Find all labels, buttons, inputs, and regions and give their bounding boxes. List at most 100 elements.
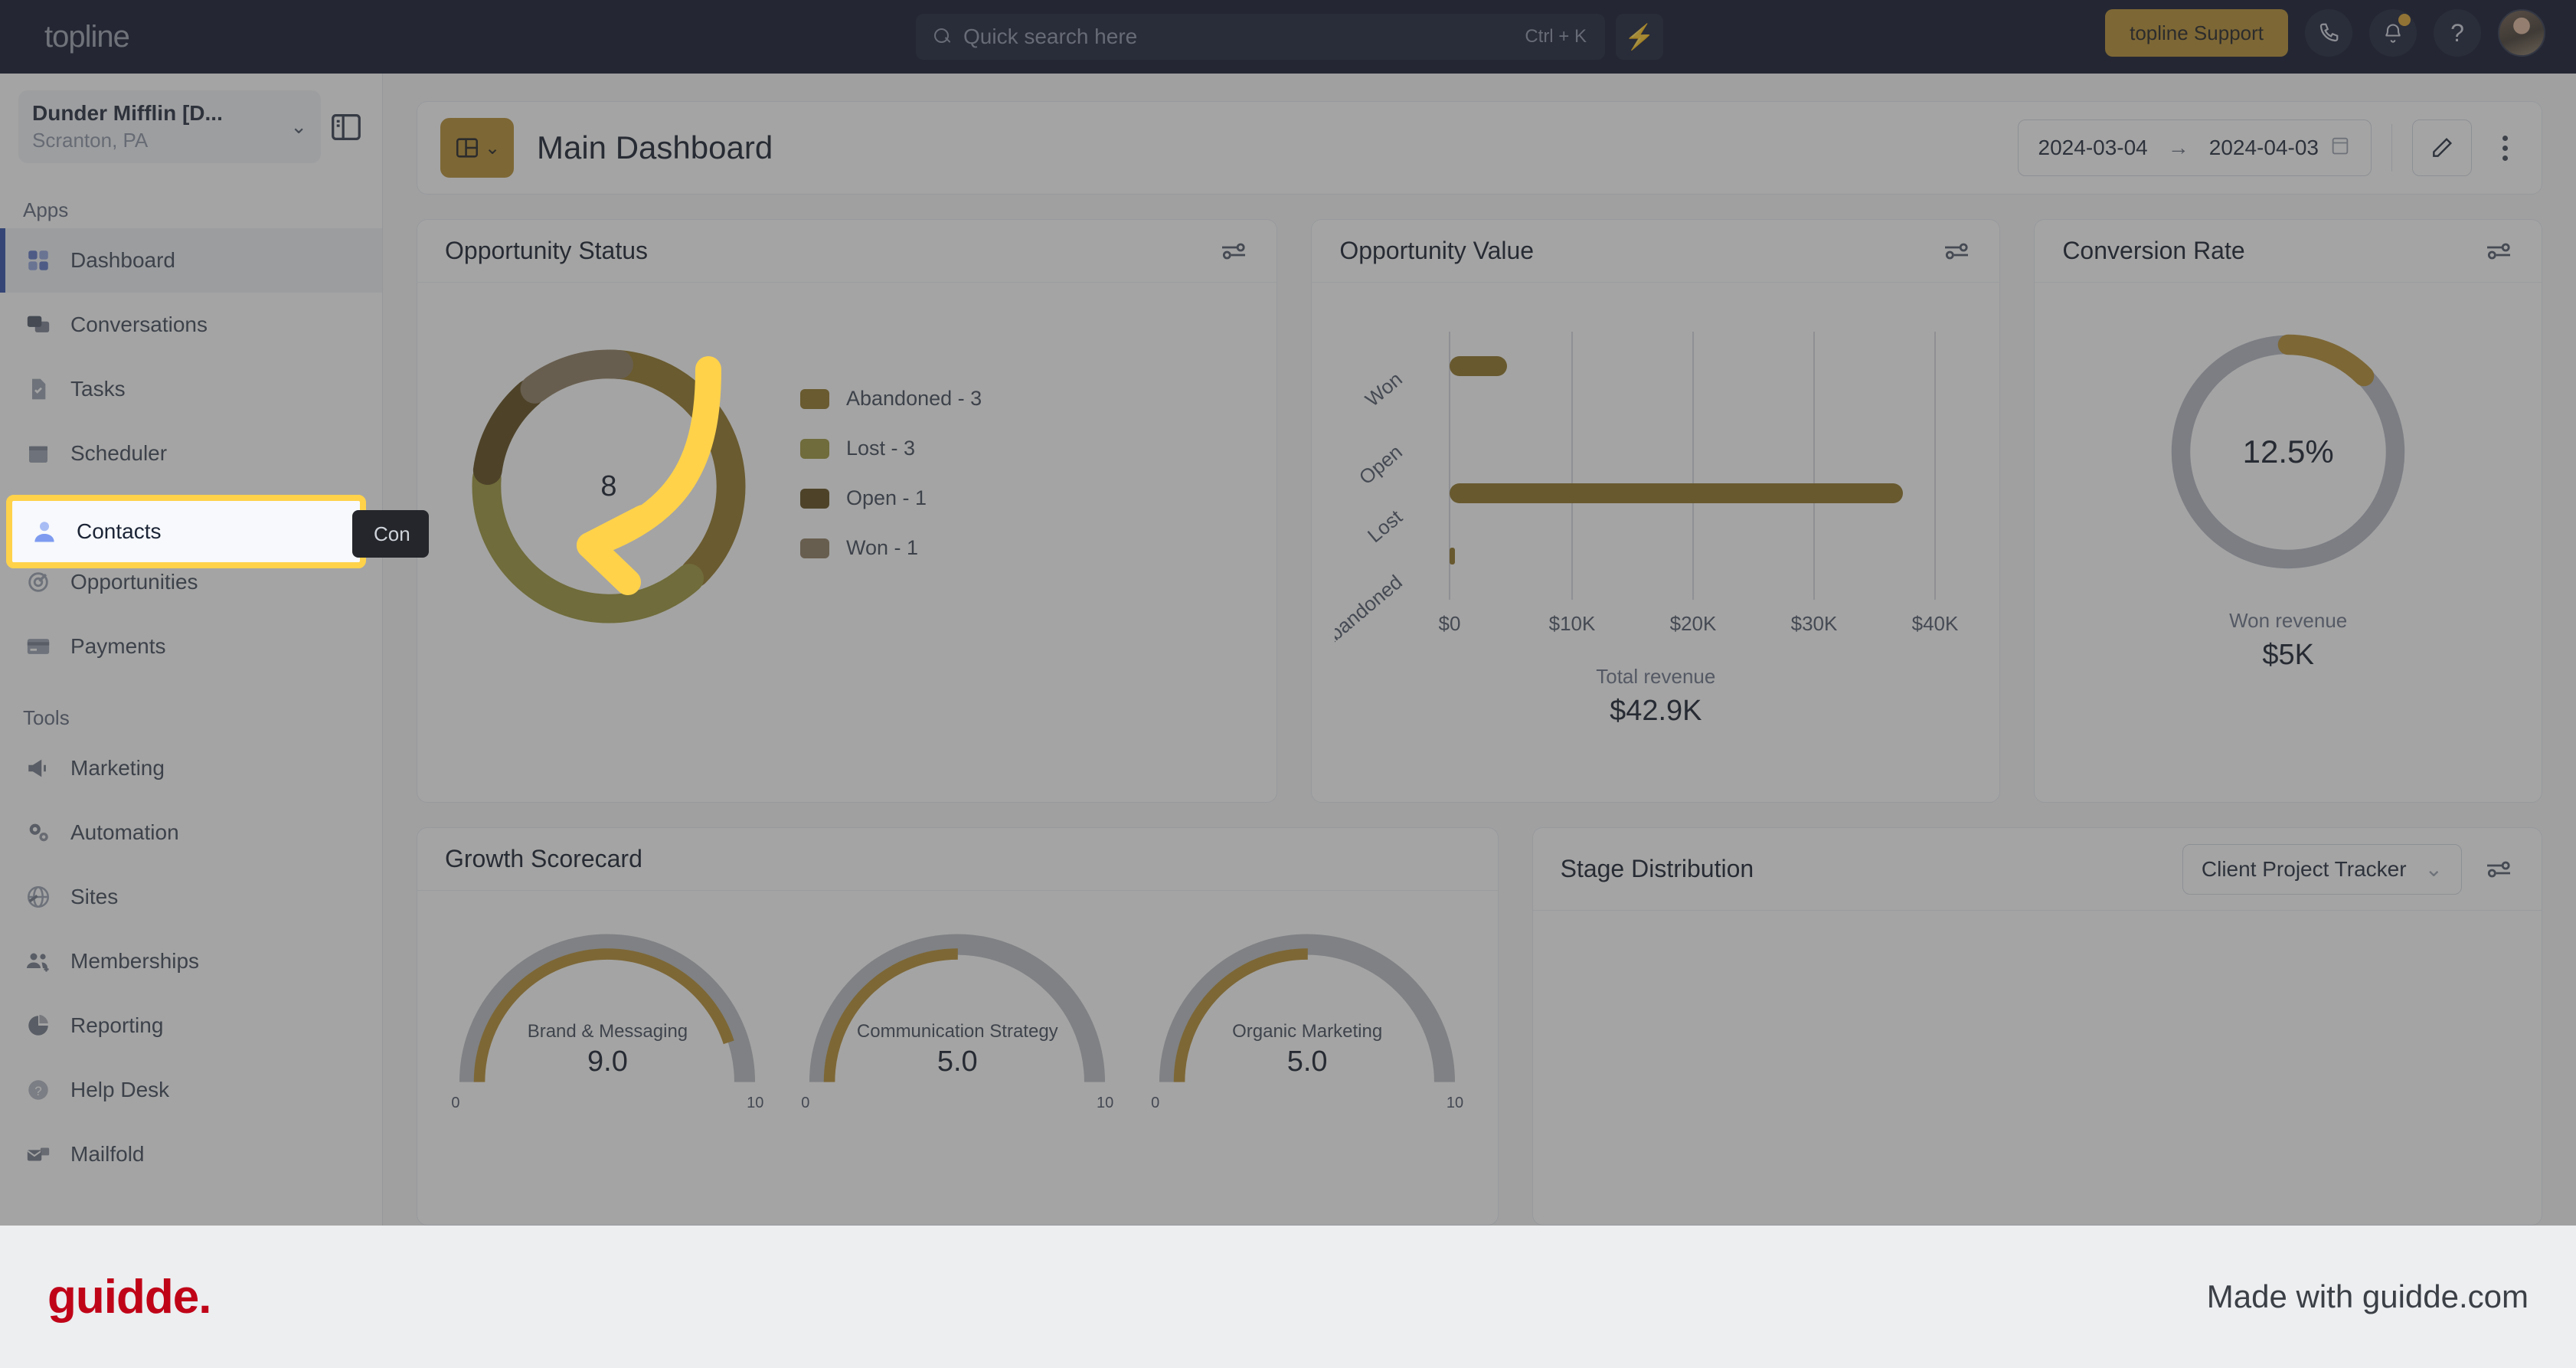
svg-text:?: ?	[34, 1084, 41, 1098]
legend-swatch	[800, 388, 829, 409]
legend-item: Lost - 3	[800, 437, 982, 460]
legend-swatch	[800, 538, 829, 558]
pencil-icon[interactable]	[2412, 119, 2472, 176]
highlighted-sidebar-item-contacts[interactable]: Contacts	[6, 495, 366, 568]
conversion-rate-body: 12.5% Won revenue $5K	[2035, 283, 2542, 693]
megaphone-icon	[23, 753, 54, 784]
date-range-picker[interactable]: 2024-03-04 → 2024-04-03	[2017, 119, 2372, 176]
pipeline-select[interactable]: Client Project Tracker ⌄	[2182, 843, 2462, 895]
calendar-icon	[23, 438, 54, 469]
location-switcher[interactable]: Dunder Mifflin [D... Scranton, PA ⌄	[18, 90, 321, 163]
top-right-actions: topline Support ?	[2105, 9, 2545, 57]
sidebar-item-help-desk[interactable]: ? Help Desk	[0, 1058, 382, 1122]
bell-icon[interactable]	[2369, 9, 2417, 57]
sliders-icon[interactable]	[2483, 236, 2514, 267]
calendar-icon[interactable]	[2329, 135, 2351, 162]
sidebar-item-payments[interactable]: Payments	[0, 614, 382, 679]
conversion-rate-value: 12.5%	[2242, 434, 2334, 470]
sidebar: Dunder Mifflin [D... Scranton, PA ⌄ Apps…	[0, 74, 383, 1226]
sidebar-item-dashboard[interactable]: Dashboard	[0, 228, 382, 293]
top-navigation-bar: topline Quick search here Ctrl + K ⚡ top…	[0, 0, 2576, 74]
question-mark-icon[interactable]: ?	[2434, 9, 2481, 57]
card-title: Conversion Rate	[2062, 237, 2245, 264]
chevron-down-icon: ⌄	[2424, 857, 2443, 881]
guidde-logo: guidde.	[47, 1270, 211, 1324]
dashboard-selector-button[interactable]: ⌄	[440, 118, 514, 178]
won-revenue-block: Won revenue $5K	[2229, 586, 2347, 693]
sidebar-item-tasks[interactable]: Tasks	[0, 357, 382, 421]
sidebar-item-label: Automation	[70, 820, 179, 844]
lightning-bolt-icon[interactable]: ⚡	[1616, 14, 1663, 60]
pipeline-select-value: Client Project Tracker	[2201, 856, 2407, 881]
pie-chart-icon	[23, 1010, 54, 1041]
gauge-min: 0	[451, 1095, 460, 1111]
dashboard-header: ⌄ Main Dashboard 2024-03-04 → 2024-04-03	[417, 101, 2542, 195]
sidebar-item-label: Opportunities	[70, 570, 198, 594]
gauge-brand-messaging: Brand & Messaging 9.0 0 10	[446, 906, 768, 1111]
sidebar-item-sites[interactable]: Sites	[0, 865, 382, 929]
gauge-value: 9.0	[587, 1046, 628, 1078]
sidebar-item-mailfold[interactable]: Mailfold	[0, 1122, 382, 1186]
sliders-icon[interactable]	[1218, 236, 1249, 267]
won-revenue-label: Won revenue	[2229, 609, 2348, 632]
people-add-icon	[23, 946, 54, 977]
total-revenue-block: Total revenue $42.9K	[1335, 665, 1976, 749]
user-avatar[interactable]	[2498, 9, 2545, 57]
gauge-min: 0	[1151, 1095, 1160, 1111]
svg-text:$40K: $40K	[1912, 612, 1959, 635]
gauge-value: 5.0	[1286, 1046, 1328, 1078]
gauge-label: Communication Strategy	[856, 1021, 1058, 1042]
side-panel-toggle-icon[interactable]	[329, 110, 364, 145]
gauge-value: 5.0	[937, 1046, 978, 1078]
gauge-max: 10	[747, 1095, 764, 1111]
sidebar-item-scheduler[interactable]: Scheduler	[0, 421, 382, 486]
sidebar-item-label: Reporting	[70, 1013, 164, 1037]
sidebar-item-label: Scheduler	[70, 441, 168, 465]
card-header: Conversion Rate	[2035, 220, 2542, 283]
sidebar-item-label: Memberships	[70, 949, 200, 973]
search-area: Quick search here Ctrl + K ⚡	[916, 14, 1663, 60]
sliders-icon[interactable]	[2483, 854, 2514, 885]
sidebar-item-label: Mailfold	[70, 1142, 145, 1166]
chevron-down-icon: ⌄	[290, 115, 307, 138]
total-revenue-value: $42.9K	[1610, 695, 1702, 727]
card-header: Stage Distribution Client Project Tracke…	[1532, 828, 2542, 911]
sidebar-item-label: Help Desk	[70, 1078, 170, 1101]
sidebar-item-automation[interactable]: Automation	[0, 800, 382, 865]
sidebar-item-reporting[interactable]: Reporting	[0, 993, 382, 1058]
card-title: Growth Scorecard	[445, 845, 642, 872]
gauge-max: 10	[1446, 1095, 1464, 1111]
date-to[interactable]: 2024-04-03	[2209, 136, 2319, 160]
divider	[2391, 124, 2392, 172]
growth-scorecard-card: Growth Scorecard Brand & Messaging 9.0 0…	[417, 827, 1499, 1226]
svg-text:Open: Open	[1355, 440, 1407, 489]
legend-item: Won - 1	[800, 536, 982, 560]
svg-text:$0: $0	[1439, 612, 1461, 635]
search-input[interactable]: Quick search here Ctrl + K	[916, 14, 1605, 60]
search-icon	[934, 28, 951, 45]
sidebar-section-apps-label: Apps	[23, 198, 69, 221]
target-icon	[23, 567, 54, 597]
sliders-icon[interactable]	[1941, 236, 1972, 267]
location-switcher-row: Dunder Mifflin [D... Scranton, PA ⌄	[0, 74, 382, 171]
support-button[interactable]: topline Support	[2105, 9, 2288, 57]
dashboard-icon	[23, 245, 54, 276]
mail-stack-icon	[23, 1139, 54, 1170]
legend-swatch	[800, 488, 829, 509]
date-from[interactable]: 2024-03-04	[2038, 136, 2148, 160]
phone-icon[interactable]	[2305, 9, 2352, 57]
gauge-organic-marketing: Organic Marketing 5.0 0 10	[1146, 906, 1468, 1111]
task-check-icon	[23, 374, 54, 404]
sidebar-item-conversations[interactable]: Conversations	[0, 293, 382, 357]
dashboard-row-2: Growth Scorecard Brand & Messaging 9.0 0…	[417, 827, 2542, 1226]
search-placeholder: Quick search here	[963, 25, 1138, 48]
sidebar-item-marketing[interactable]: Marketing	[0, 736, 382, 800]
location-name: Dunder Mifflin [D...	[32, 101, 223, 125]
card-header: Opportunity Value	[1312, 220, 2000, 283]
sidebar-item-memberships[interactable]: Memberships	[0, 929, 382, 993]
svg-text:Abandoned: Abandoned	[1335, 571, 1407, 653]
credit-card-icon	[23, 631, 54, 662]
card-title: Opportunity Status	[445, 237, 649, 264]
three-dots-vertical-icon[interactable]	[2492, 135, 2519, 161]
gauge-label: Organic Marketing	[1232, 1021, 1383, 1042]
